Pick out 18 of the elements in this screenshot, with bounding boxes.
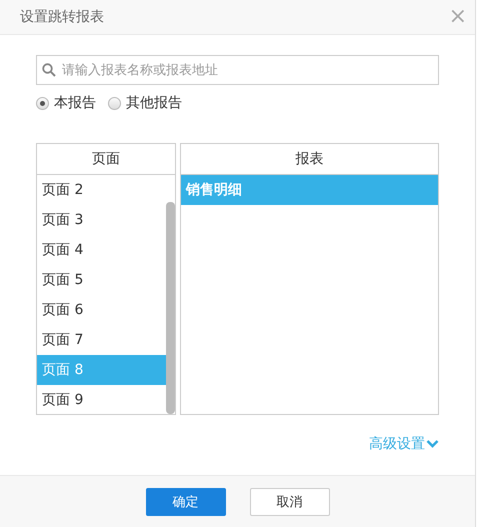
radio-button[interactable]: [108, 96, 121, 110]
confirm-button[interactable]: 确定: [146, 488, 226, 516]
page-item[interactable]: 页面 5: [37, 265, 166, 295]
page-item[interactable]: 页面 6: [37, 295, 166, 325]
radio-label: 其他报告: [126, 94, 182, 112]
page-item[interactable]: 页面 4: [37, 235, 166, 265]
radio-option[interactable]: 本报告: [36, 94, 96, 112]
page-item[interactable]: 页面 3: [37, 205, 166, 235]
page-item[interactable]: 页面 2: [37, 175, 166, 205]
radio-label: 本报告: [54, 94, 96, 112]
page-item[interactable]: 页面 7: [37, 325, 166, 355]
cancel-button[interactable]: 取消: [250, 488, 330, 516]
page-item[interactable]: 页面 9: [37, 385, 166, 414]
column-header: 页面: [37, 144, 175, 175]
window-title: 设置跳转报表: [20, 8, 104, 26]
radio-option[interactable]: 其他报告: [108, 94, 182, 112]
search-field[interactable]: 请输入报表名称或报表地址: [36, 55, 439, 85]
radio-button[interactable]: [36, 96, 49, 110]
